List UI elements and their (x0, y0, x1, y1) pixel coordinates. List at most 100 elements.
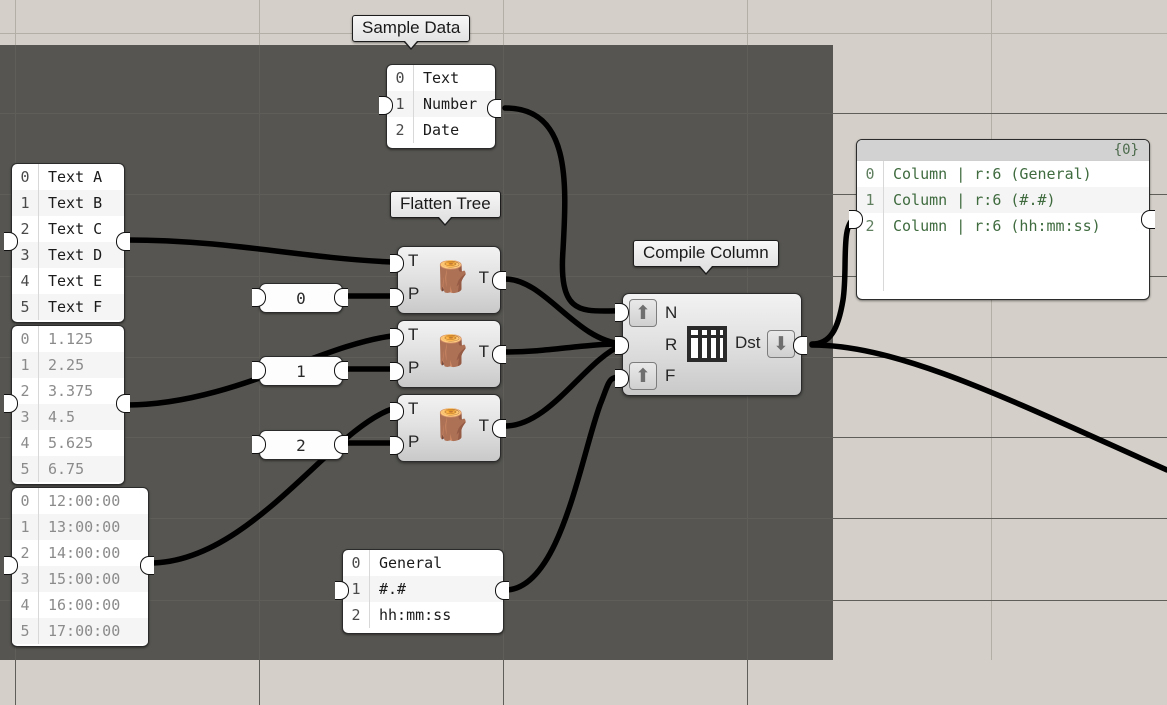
row-value: 5.625 (48, 434, 94, 452)
row-value: 6.75 (48, 460, 85, 478)
panel-row: 5 6.75 (12, 456, 124, 482)
input-label-r: R (665, 335, 678, 354)
input-label-t: T (408, 251, 419, 270)
row-index: 0 (857, 161, 884, 187)
wire-compile-to-offscreen (809, 342, 1167, 473)
node-graph-canvas[interactable]: Sample Data Flatten Tree Compile Column … (0, 0, 1167, 705)
output-port-t[interactable] (492, 345, 506, 364)
panel-row: 3 15:00:00 (12, 566, 148, 592)
row-index: 4 (12, 268, 39, 294)
row-value: 16:00:00 (48, 596, 121, 614)
output-port[interactable] (334, 361, 348, 380)
output-port[interactable] (116, 232, 130, 251)
number-node-0[interactable]: 0 (252, 283, 348, 313)
panel-header-path: {0} (857, 140, 1149, 161)
number-value: 1 (296, 361, 306, 381)
output-port[interactable] (1141, 210, 1155, 229)
row-value: 3.375 (48, 382, 94, 400)
input-label-f: F (665, 366, 676, 385)
row-value: 13:00:00 (48, 518, 121, 536)
panel-row: 2 3.375 (12, 378, 124, 404)
panel-row: 5 17:00:00 (12, 618, 148, 644)
output-port-t[interactable] (492, 271, 506, 290)
output-port[interactable] (140, 556, 154, 575)
tag-sample-data[interactable]: Sample Data (352, 15, 471, 50)
panel-row: 2 Date (387, 117, 495, 143)
output-port[interactable] (116, 394, 130, 413)
text-list-panel-node[interactable]: 0 Text A 1 Text B 2 Text C 3 Text D 4 Text E … (4, 163, 130, 323)
row-value: Text A (48, 168, 103, 186)
tree-stump-icon: 🪵 (433, 261, 471, 294)
time-list-panel-node[interactable]: 0 12:00:00 1 13:00:00 2 14:00:00 3 15:00:00 … (4, 487, 154, 647)
panel-row: 2 Text C (12, 216, 124, 242)
row-value: 4.5 (48, 408, 76, 426)
row-value: Date (423, 121, 460, 139)
row-index: 1 (12, 190, 39, 216)
tag-compile-column[interactable]: Compile Column (633, 240, 779, 275)
tag-tail (437, 217, 454, 226)
output-port[interactable] (487, 99, 501, 118)
flatten-tree-node-0[interactable]: T P T 🪵 (390, 246, 506, 314)
panel-row: 0 12:00:00 (12, 488, 148, 514)
panel-row: 2 Column | r:6 (hh:mm:ss) (857, 213, 1149, 239)
panel-row: 0 Column | r:6 (General) (857, 161, 1149, 187)
row-value: Number (423, 95, 478, 113)
output-columns-panel-node[interactable]: {0} 0 Column | r:6 (General) 1 Column | r:… (849, 139, 1155, 300)
panel-row: 4 16:00:00 (12, 592, 148, 618)
grid-line-horizontal (0, 113, 1167, 114)
row-value: Text B (48, 194, 103, 212)
arrow-up-icon-f[interactable]: ⬆ (629, 362, 657, 390)
tree-stump-icon: 🪵 (433, 335, 471, 368)
number-node-2[interactable]: 2 (252, 430, 348, 460)
panel-row: 0 1.125 (12, 326, 124, 352)
panel-row: 3 Text D (12, 242, 124, 268)
output-port-t[interactable] (492, 419, 506, 438)
row-value: 17:00:00 (48, 622, 121, 640)
row-value: Text C (48, 220, 103, 238)
row-index: 5 (12, 618, 39, 644)
output-port[interactable] (495, 581, 509, 600)
sample-data-panel-node[interactable]: 0 Text 1 Number 2 Date (379, 64, 501, 149)
panel-row: 1 13:00:00 (12, 514, 148, 540)
format-list-panel-node[interactable]: 0 General 1 #.# 2 hh:mm:ss (335, 549, 509, 634)
panel-row: 1 Number (387, 91, 495, 117)
input-label-n: N (665, 303, 678, 322)
row-value: Text D (48, 246, 103, 264)
arrow-up-icon-n[interactable]: ⬆ (629, 299, 657, 327)
grid-line-horizontal (0, 357, 1167, 358)
row-value: Text E (48, 272, 103, 290)
panel-row: 4 Text E (12, 268, 124, 294)
panel-row: 0 General (343, 550, 503, 576)
row-index: 0 (12, 326, 39, 352)
input-label-p: P (408, 358, 420, 377)
tag-flatten-tree[interactable]: Flatten Tree (390, 191, 501, 226)
output-port-dst[interactable] (793, 336, 807, 355)
input-label-t: T (408, 325, 419, 344)
compile-column-node[interactable]: ⬆ N R ⬆ F Dst ⬇ (615, 293, 807, 396)
row-value: hh:mm:ss (379, 606, 452, 624)
row-value: 15:00:00 (48, 570, 121, 588)
output-port[interactable] (334, 435, 348, 454)
number-node-1[interactable]: 1 (252, 356, 348, 386)
panel-row: 1 Text B (12, 190, 124, 216)
panel-row: 5 Text F (12, 294, 124, 320)
flatten-tree-node-2[interactable]: T P T 🪵 (390, 394, 506, 462)
row-index: 0 (387, 65, 414, 91)
row-value: General (379, 554, 443, 572)
flatten-tree-node-1[interactable]: T P T 🪵 (390, 320, 506, 388)
row-value: Column | r:6 (hh:mm:ss) (893, 217, 1101, 235)
panel-row: 3 4.5 (12, 404, 124, 430)
row-index: 5 (12, 294, 39, 320)
output-port[interactable] (334, 288, 348, 307)
panel-row: 1 2.25 (12, 352, 124, 378)
arrow-down-icon-dst[interactable]: ⬇ (767, 330, 795, 358)
grid-line-vertical (991, 0, 992, 660)
row-value: Column | r:6 (#.#) (893, 191, 1056, 209)
number-list-panel-node[interactable]: 0 1.125 1 2.25 2 3.375 3 4.5 4 5.625 5 6.75 (4, 325, 130, 485)
row-index: 5 (12, 456, 39, 482)
table-columns-icon (687, 326, 727, 362)
grid-line-horizontal (0, 437, 1167, 438)
tag-tail (403, 41, 420, 50)
number-value: 0 (296, 288, 306, 308)
row-value: 12:00:00 (48, 492, 121, 510)
